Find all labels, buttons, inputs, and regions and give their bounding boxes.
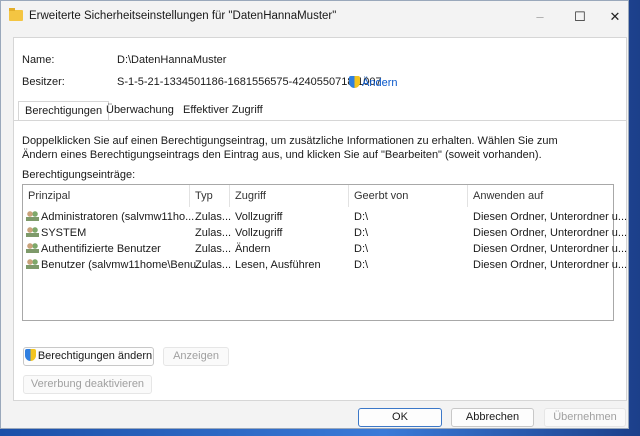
entries-label: Berechtigungseinträge:: [22, 169, 136, 181]
owner-label: Besitzer:: [22, 76, 65, 88]
name-label: Name:: [22, 54, 55, 66]
maximize-button[interactable]: ☐: [565, 7, 595, 27]
table-row[interactable]: Administratoren (salvmw11ho... Zulas... …: [23, 210, 627, 226]
change-permissions-button[interactable]: Berechtigungen ändern: [23, 347, 154, 366]
applies-to: Diesen Ordner, Unterordner u...: [473, 243, 628, 255]
folder-icon: [9, 8, 23, 21]
disable-inheritance-button[interactable]: Vererbung deaktivieren: [23, 375, 152, 394]
access: Lesen, Ausführen: [235, 259, 321, 271]
access: Ändern: [235, 243, 271, 255]
tab-effective-access[interactable]: Effektiver Zugriff: [177, 101, 269, 120]
close-button[interactable]: ✕: [600, 7, 630, 27]
type: Zulas...: [195, 259, 232, 271]
access: Vollzugriff: [235, 211, 283, 223]
column-inherited-from[interactable]: Geerbt von: [354, 190, 408, 202]
column-type[interactable]: Typ: [195, 190, 213, 202]
column-separator: [189, 185, 190, 207]
column-access[interactable]: Zugriff: [235, 190, 266, 202]
table-row[interactable]: SYSTEM Zulas... Vollzugriff D:\ Diesen O…: [23, 226, 627, 242]
access: Vollzugriff: [235, 227, 283, 239]
content-panel: Name: D:\DatenHannaMuster Besitzer: S-1-…: [13, 37, 627, 401]
minimize-button[interactable]: –: [525, 7, 555, 27]
change-permissions-label: Berechtigungen ändern: [37, 350, 153, 362]
apply-button[interactable]: Übernehmen: [544, 408, 626, 427]
ok-button[interactable]: OK: [358, 408, 442, 427]
column-separator: [348, 185, 349, 207]
user-group-icon: [26, 243, 39, 253]
name-value: D:\DatenHannaMuster: [117, 54, 227, 66]
column-principal[interactable]: Prinzipal: [28, 190, 70, 202]
column-separator: [467, 185, 468, 207]
user-group-icon: [26, 259, 39, 269]
window-title: Erweiterte Sicherheitseinstellungen für …: [29, 10, 337, 22]
column-separator: [229, 185, 230, 207]
owner-value: S-1-5-21-1334501186-1681556575-424055071…: [117, 76, 382, 88]
inherited-from: D:\: [354, 259, 369, 271]
advanced-security-dialog: Erweiterte Sicherheitseinstellungen für …: [0, 0, 629, 429]
change-owner-label: Ändern: [362, 77, 398, 89]
change-owner-link[interactable]: Ändern: [349, 76, 397, 89]
table-row[interactable]: Benutzer (salvmw11home\Benu... Zulas... …: [23, 258, 627, 274]
uac-shield-icon: [24, 349, 36, 361]
view-button[interactable]: Anzeigen: [163, 347, 229, 366]
permission-entries-list[interactable]: Prinzipal Typ Zugriff Geerbt von Anwende…: [22, 184, 627, 321]
uac-shield-icon: [349, 76, 360, 88]
tab-permissions[interactable]: Berechtigungen: [18, 101, 110, 120]
principal: Administratoren (salvmw11ho...: [41, 211, 195, 223]
type: Zulas...: [195, 243, 232, 255]
applies-to: Diesen Ordner, Unterordner u...: [473, 227, 628, 239]
type: Zulas...: [195, 211, 232, 223]
principal: SYSTEM: [41, 227, 87, 239]
inherited-from: D:\: [354, 227, 369, 239]
tab-divider: [14, 120, 626, 121]
applies-to: Diesen Ordner, Unterordner u...: [473, 211, 628, 223]
tab-auditing[interactable]: Überwachung: [100, 101, 180, 120]
inherited-from: D:\: [354, 243, 369, 255]
title-bar: Erweiterte Sicherheitseinstellungen für …: [1, 1, 628, 33]
inherited-from: D:\: [354, 211, 369, 223]
principal: Benutzer (salvmw11home\Benu...: [41, 259, 206, 271]
applies-to: Diesen Ordner, Unterordner u...: [473, 259, 628, 271]
user-group-icon: [26, 211, 39, 221]
user-group-icon: [26, 227, 39, 237]
table-row[interactable]: Authentifizierte Benutzer Zulas... Änder…: [23, 242, 627, 258]
column-applies-to[interactable]: Anwenden auf: [473, 190, 543, 202]
description-text: Doppelklicken Sie auf einen Berechtigung…: [22, 135, 558, 161]
principal: Authentifizierte Benutzer: [41, 243, 161, 255]
cancel-button[interactable]: Abbrechen: [451, 408, 534, 427]
type: Zulas...: [195, 227, 232, 239]
